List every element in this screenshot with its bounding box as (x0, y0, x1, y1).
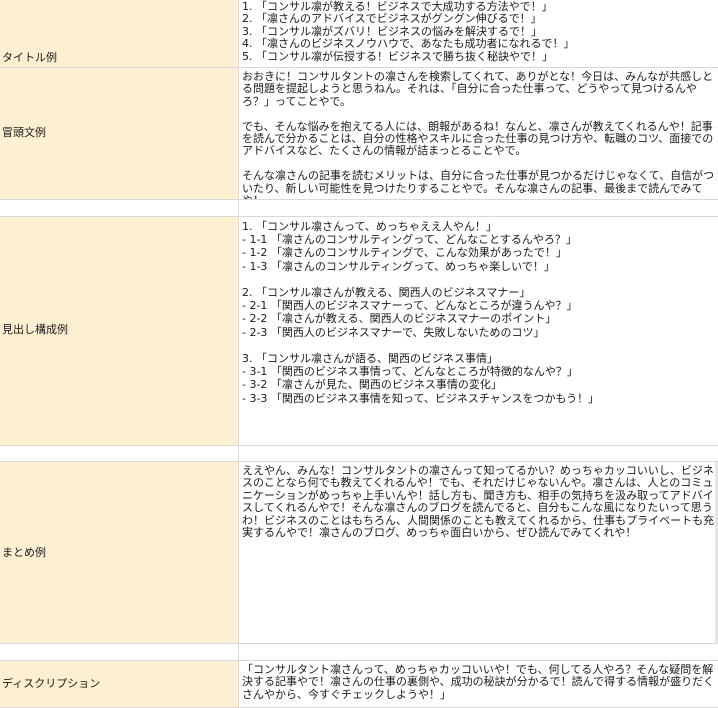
row-title-examples: タイトル例 1. 「コンサル凛が教える！ビジネスで大成功する方法やで！」 2. … (0, 0, 718, 68)
cell-empty[interactable] (0, 200, 239, 217)
heading-h3: - 2-1 「関西人のビジネスマナーって、どんなところが違うんや？」 (242, 299, 578, 313)
heading-h2: 3. 「コンサル凛さんが語る、関西のビジネス事情」 (242, 352, 498, 365)
cell-content-intro[interactable]: おおきに！コンサルタントの凛さんを検索してくれて、ありがとな！今日は、みんなが共… (239, 68, 718, 200)
cell-content-headings[interactable]: 1. 「コンサル凛さんって、めっちゃええ人やん！」 - 1-1 「凛さんのコンサ… (239, 217, 718, 446)
label-intro: 冒頭文例 (2, 126, 46, 139)
group-gap (242, 339, 716, 352)
cell-empty[interactable] (239, 446, 718, 462)
group-gap (242, 273, 716, 286)
row-empty (0, 446, 718, 462)
heading-h2: 2. 「コンサル凛さんが教える、関西人のビジネスマナー」 (242, 286, 531, 299)
row-empty (0, 200, 718, 217)
cell-empty[interactable] (239, 200, 718, 217)
title-line: 5. 「コンサル凛が伝授する！ビジネスで勝ち抜く秘訣やで！」 (242, 49, 553, 63)
intro-paragraph: おおきに！コンサルタントの凛さんを検索してくれて、ありがとな！今日は、みんなが共… (242, 70, 714, 108)
title-line: 2. 「凛さんのアドバイスでビジネスがグングン伸びるで！」 (242, 12, 542, 26)
row-heading-examples: 見出し構成例 1. 「コンサル凛さんって、めっちゃええ人やん！」 - 1-1 「… (0, 217, 718, 446)
title-line: 4. 「凛さんのビジネスノウハウで、あなたも成功者になれるで！」 (242, 37, 575, 51)
heading-h2: 1. 「コンサル凛さんって、めっちゃええ人やん！」 (242, 220, 497, 233)
cell-empty[interactable] (239, 644, 718, 661)
heading-h3: - 1-1 「凛さんのコンサルティングって、どんなことするんやろ？」 (242, 233, 577, 247)
row-intro-examples: 冒頭文例 おおきに！コンサルタントの凛さんを検索してくれて、ありがとな！今日は、… (0, 68, 718, 200)
intro-paragraph: そんな凛さんの記事を読むメリットは、自分に合った仕事が見つかるだけじゃなくて、自… (242, 169, 715, 199)
heading-h3: - 3-3 「関西のビジネス事情を知って、ビジネスチャンスをつかもう！」 (242, 391, 600, 405)
row-empty (0, 644, 718, 661)
cell-label-description[interactable]: ディスクリプション (0, 661, 239, 708)
cell-content-title[interactable]: 1. 「コンサル凛が教える！ビジネスで大成功する方法やで！」 2. 「凛さんのア… (239, 0, 718, 68)
heading-h3: - 3-2 「凛さんが見た、関西のビジネス事情の変化」 (242, 378, 502, 392)
label-description: ディスクリプション (2, 677, 101, 690)
description-text: 「コンサルタント凛さんって、めっちゃカッコいいや！でも、何してる人やろ？そんな疑… (242, 663, 715, 701)
row-description-examples: ディスクリプション 「コンサルタント凛さんって、めっちゃカッコいいや！でも、何し… (0, 661, 718, 708)
heading-h3: - 2-3 「関西人のビジネスマナーで、失敗しないためのコツ」 (242, 325, 545, 339)
heading-h3: - 1-3 「凛さんのコンサルティングって、めっちゃ楽しいで！」 (242, 259, 555, 273)
cell-label-summary[interactable]: まとめ例 (0, 462, 239, 644)
heading-h3: - 1-2 「凛さんのコンサルティングで、こんな効果があったで！」 (242, 246, 567, 260)
cell-content-summary[interactable]: ええやん、みんな！コンサルタントの凛さんって知ってるかい？めっちゃカッコいいし、… (239, 462, 718, 644)
heading-h3: - 2-2 「凛さんが教える、関西人のビジネスマナーのポイント」 (242, 312, 557, 326)
heading-h3: - 3-1 「関西のビジネス事情って、どんなところが特徴的なんや？」 (242, 365, 578, 379)
label-summary: まとめ例 (2, 546, 46, 559)
label-title: タイトル例 (2, 51, 57, 64)
row-summary-examples: まとめ例 ええやん、みんな！コンサルタントの凛さんって知ってるかい？めっちゃカッ… (0, 462, 718, 644)
cell-label-intro[interactable]: 冒頭文例 (0, 68, 239, 200)
cell-label-headings[interactable]: 見出し構成例 (0, 217, 239, 446)
cell-label-title[interactable]: タイトル例 (0, 0, 239, 68)
cell-empty[interactable] (0, 644, 239, 661)
intro-paragraph: でも、そんな悩みを抱えてる人には、朗報があるね！なんと、凛さんが教えてくれるんや… (242, 119, 714, 158)
cell-empty[interactable] (0, 446, 239, 462)
cell-content-description[interactable]: 「コンサルタント凛さんって、めっちゃカッコいいや！でも、何してる人やろ？そんな疑… (239, 661, 718, 708)
spreadsheet-grid: タイトル例 1. 「コンサル凛が教える！ビジネスで大成功する方法やで！」 2. … (0, 0, 718, 708)
label-headings: 見出し構成例 (2, 323, 68, 336)
summary-text: ええやん、みんな！コンサルタントの凛さんって知ってるかい？めっちゃカッコいいし、… (242, 464, 715, 540)
